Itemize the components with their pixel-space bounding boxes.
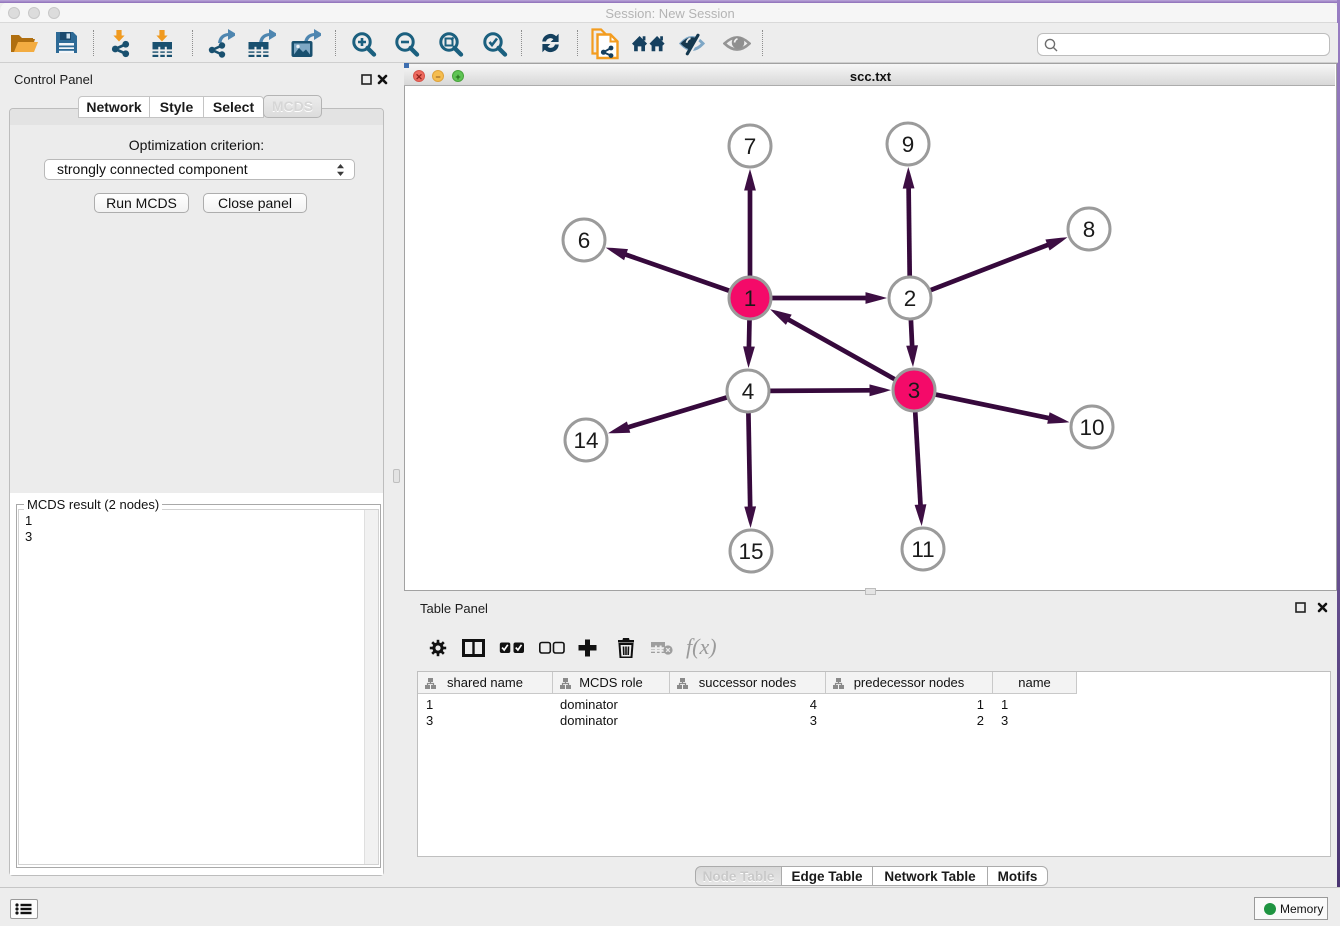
svg-text:3: 3	[908, 378, 921, 403]
svg-text:9: 9	[902, 132, 915, 157]
svg-text:1: 1	[744, 286, 757, 311]
svg-text:6: 6	[578, 228, 591, 253]
svg-text:11: 11	[911, 537, 934, 562]
svg-text:8: 8	[1083, 217, 1096, 242]
svg-text:4: 4	[742, 379, 755, 404]
svg-text:2: 2	[904, 286, 917, 311]
svg-text:15: 15	[738, 539, 763, 564]
svg-text:7: 7	[744, 134, 757, 159]
svg-text:14: 14	[573, 428, 598, 453]
svg-text:10: 10	[1079, 415, 1104, 440]
